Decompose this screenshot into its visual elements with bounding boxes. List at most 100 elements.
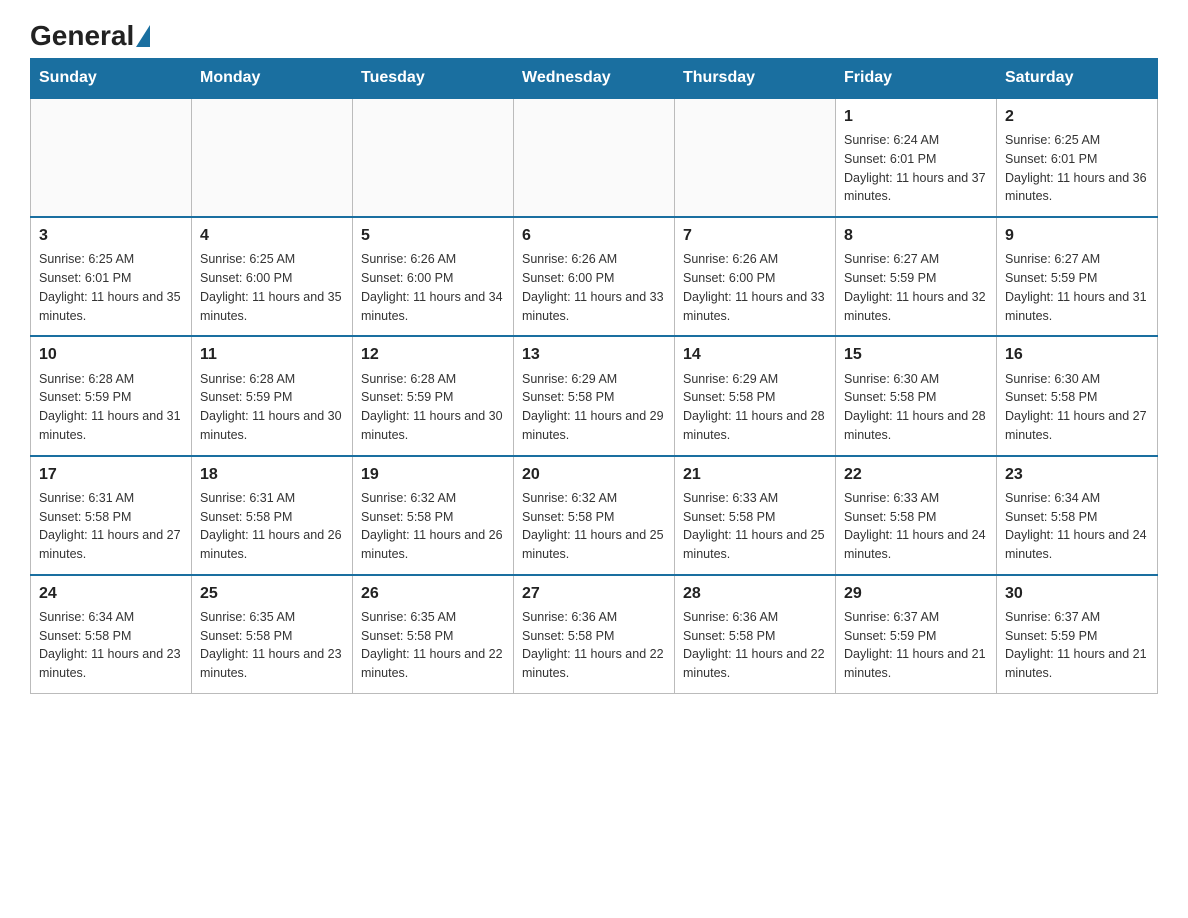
calendar-cell: 17Sunrise: 6:31 AMSunset: 5:58 PMDayligh…	[31, 456, 192, 575]
day-info: Sunrise: 6:36 AMSunset: 5:58 PMDaylight:…	[683, 608, 827, 683]
day-number: 18	[200, 463, 344, 486]
calendar-cell	[31, 98, 192, 217]
day-info: Sunrise: 6:27 AMSunset: 5:59 PMDaylight:…	[844, 250, 988, 325]
calendar-cell: 1 Sunrise: 6:24 AMSunset: 6:01 PMDaylight…	[836, 98, 997, 217]
calendar-cell: 24Sunrise: 6:34 AMSunset: 5:58 PMDayligh…	[31, 575, 192, 694]
day-info: Sunrise: 6:30 AMSunset: 5:58 PMDaylight:…	[1005, 370, 1149, 445]
day-number: 12	[361, 343, 505, 366]
logo: General	[30, 20, 152, 48]
calendar-week-row: 3 Sunrise: 6:25 AMSunset: 6:01 PMDaylight…	[31, 217, 1158, 336]
day-info: Sunrise: 6:30 AMSunset: 5:58 PMDaylight:…	[844, 370, 988, 445]
calendar-cell: 23Sunrise: 6:34 AMSunset: 5:58 PMDayligh…	[997, 456, 1158, 575]
day-number: 27	[522, 582, 666, 605]
day-number: 30	[1005, 582, 1149, 605]
calendar-cell: 13 Sunrise: 6:29 AMSunset: 5:58 PMDayligh…	[514, 336, 675, 455]
day-number: 14	[683, 343, 827, 366]
calendar-cell: 6 Sunrise: 6:26 AMSunset: 6:00 PMDaylight…	[514, 217, 675, 336]
day-info: Sunrise: 6:37 AMSunset: 5:59 PMDaylight:…	[844, 608, 988, 683]
day-info: Sunrise: 6:33 AMSunset: 5:58 PMDaylight:…	[844, 489, 988, 564]
calendar-cell	[514, 98, 675, 217]
calendar-cell: 14 Sunrise: 6:29 AMSunset: 5:58 PMDayligh…	[675, 336, 836, 455]
day-info: Sunrise: 6:34 AMSunset: 5:58 PMDaylight:…	[1005, 489, 1149, 564]
day-number: 8	[844, 224, 988, 247]
day-header-monday: Monday	[192, 59, 353, 99]
calendar-cell: 16 Sunrise: 6:30 AMSunset: 5:58 PMDayligh…	[997, 336, 1158, 455]
day-number: 1	[844, 105, 988, 128]
day-header-thursday: Thursday	[675, 59, 836, 99]
day-info: Sunrise: 6:28 AMSunset: 5:59 PMDaylight:…	[39, 370, 183, 445]
day-number: 22	[844, 463, 988, 486]
day-number: 19	[361, 463, 505, 486]
day-number: 20	[522, 463, 666, 486]
calendar-cell: 30 Sunrise: 6:37 AMSunset: 5:59 PMDayligh…	[997, 575, 1158, 694]
calendar-cell: 12 Sunrise: 6:28 AMSunset: 5:59 PMDayligh…	[353, 336, 514, 455]
calendar-cell: 22 Sunrise: 6:33 AMSunset: 5:58 PMDayligh…	[836, 456, 997, 575]
calendar-header-row: SundayMondayTuesdayWednesdayThursdayFrid…	[31, 59, 1158, 99]
day-info: Sunrise: 6:34 AMSunset: 5:58 PMDaylight:…	[39, 608, 183, 683]
calendar-cell: 20 Sunrise: 6:32 AMSunset: 5:58 PMDayligh…	[514, 456, 675, 575]
day-info: Sunrise: 6:31 AMSunset: 5:58 PMDaylight:…	[200, 489, 344, 564]
day-number: 26	[361, 582, 505, 605]
day-number: 16	[1005, 343, 1149, 366]
day-info: Sunrise: 6:28 AMSunset: 5:59 PMDaylight:…	[361, 370, 505, 445]
calendar-week-row: 10 Sunrise: 6:28 AMSunset: 5:59 PMDayligh…	[31, 336, 1158, 455]
day-number: 15	[844, 343, 988, 366]
calendar-cell: 11Sunrise: 6:28 AMSunset: 5:59 PMDayligh…	[192, 336, 353, 455]
day-number: 29	[844, 582, 988, 605]
day-number: 21	[683, 463, 827, 486]
day-header-friday: Friday	[836, 59, 997, 99]
day-header-wednesday: Wednesday	[514, 59, 675, 99]
day-info: Sunrise: 6:24 AMSunset: 6:01 PMDaylight:…	[844, 131, 988, 206]
day-info: Sunrise: 6:35 AMSunset: 5:58 PMDaylight:…	[200, 608, 344, 683]
day-info: Sunrise: 6:29 AMSunset: 5:58 PMDaylight:…	[683, 370, 827, 445]
calendar-cell	[353, 98, 514, 217]
calendar-cell: 10 Sunrise: 6:28 AMSunset: 5:59 PMDayligh…	[31, 336, 192, 455]
calendar-cell: 7 Sunrise: 6:26 AMSunset: 6:00 PMDaylight…	[675, 217, 836, 336]
day-number: 2	[1005, 105, 1149, 128]
day-number: 5	[361, 224, 505, 247]
day-info: Sunrise: 6:27 AMSunset: 5:59 PMDaylight:…	[1005, 250, 1149, 325]
calendar-table: SundayMondayTuesdayWednesdayThursdayFrid…	[30, 58, 1158, 694]
calendar-week-row: 17 Sunrise: 6:31 AMSunset: 5:58 PMDayligh…	[31, 456, 1158, 575]
calendar-cell: 26 Sunrise: 6:35 AMSunset: 5:58 PMDayligh…	[353, 575, 514, 694]
calendar-cell: 21 Sunrise: 6:33 AMSunset: 5:58 PMDayligh…	[675, 456, 836, 575]
day-number: 6	[522, 224, 666, 247]
page-header: General	[30, 20, 1158, 48]
day-number: 3	[39, 224, 183, 247]
day-number: 13	[522, 343, 666, 366]
day-number: 9	[1005, 224, 1149, 247]
day-info: Sunrise: 6:36 AMSunset: 5:58 PMDaylight:…	[522, 608, 666, 683]
calendar-cell: 3 Sunrise: 6:25 AMSunset: 6:01 PMDaylight…	[31, 217, 192, 336]
logo-triangle-icon	[136, 25, 150, 47]
day-info: Sunrise: 6:32 AMSunset: 5:58 PMDaylight:…	[522, 489, 666, 564]
calendar-cell	[192, 98, 353, 217]
calendar-cell: 2 Sunrise: 6:25 AMSunset: 6:01 PMDaylight…	[997, 98, 1158, 217]
day-info: Sunrise: 6:35 AMSunset: 5:58 PMDaylight:…	[361, 608, 505, 683]
calendar-cell: 28Sunrise: 6:36 AMSunset: 5:58 PMDayligh…	[675, 575, 836, 694]
calendar-cell: 4Sunrise: 6:25 AMSunset: 6:00 PMDaylight…	[192, 217, 353, 336]
calendar-cell: 18 Sunrise: 6:31 AMSunset: 5:58 PMDayligh…	[192, 456, 353, 575]
day-number: 4	[200, 224, 344, 247]
calendar-cell: 29 Sunrise: 6:37 AMSunset: 5:59 PMDayligh…	[836, 575, 997, 694]
calendar-week-row: 24Sunrise: 6:34 AMSunset: 5:58 PMDayligh…	[31, 575, 1158, 694]
day-number: 17	[39, 463, 183, 486]
calendar-cell: 5 Sunrise: 6:26 AMSunset: 6:00 PMDaylight…	[353, 217, 514, 336]
day-info: Sunrise: 6:29 AMSunset: 5:58 PMDaylight:…	[522, 370, 666, 445]
day-info: Sunrise: 6:26 AMSunset: 6:00 PMDaylight:…	[683, 250, 827, 325]
calendar-cell: 27 Sunrise: 6:36 AMSunset: 5:58 PMDayligh…	[514, 575, 675, 694]
calendar-week-row: 1 Sunrise: 6:24 AMSunset: 6:01 PMDaylight…	[31, 98, 1158, 217]
day-info: Sunrise: 6:33 AMSunset: 5:58 PMDaylight:…	[683, 489, 827, 564]
day-info: Sunrise: 6:25 AMSunset: 6:01 PMDaylight:…	[39, 250, 183, 325]
day-number: 10	[39, 343, 183, 366]
calendar-cell: 19Sunrise: 6:32 AMSunset: 5:58 PMDayligh…	[353, 456, 514, 575]
day-info: Sunrise: 6:25 AMSunset: 6:01 PMDaylight:…	[1005, 131, 1149, 206]
day-info: Sunrise: 6:28 AMSunset: 5:59 PMDaylight:…	[200, 370, 344, 445]
day-number: 7	[683, 224, 827, 247]
calendar-cell: 25Sunrise: 6:35 AMSunset: 5:58 PMDayligh…	[192, 575, 353, 694]
logo-general: General	[30, 20, 152, 52]
day-header-tuesday: Tuesday	[353, 59, 514, 99]
day-info: Sunrise: 6:26 AMSunset: 6:00 PMDaylight:…	[522, 250, 666, 325]
calendar-cell: 8 Sunrise: 6:27 AMSunset: 5:59 PMDaylight…	[836, 217, 997, 336]
day-info: Sunrise: 6:26 AMSunset: 6:00 PMDaylight:…	[361, 250, 505, 325]
day-info: Sunrise: 6:37 AMSunset: 5:59 PMDaylight:…	[1005, 608, 1149, 683]
